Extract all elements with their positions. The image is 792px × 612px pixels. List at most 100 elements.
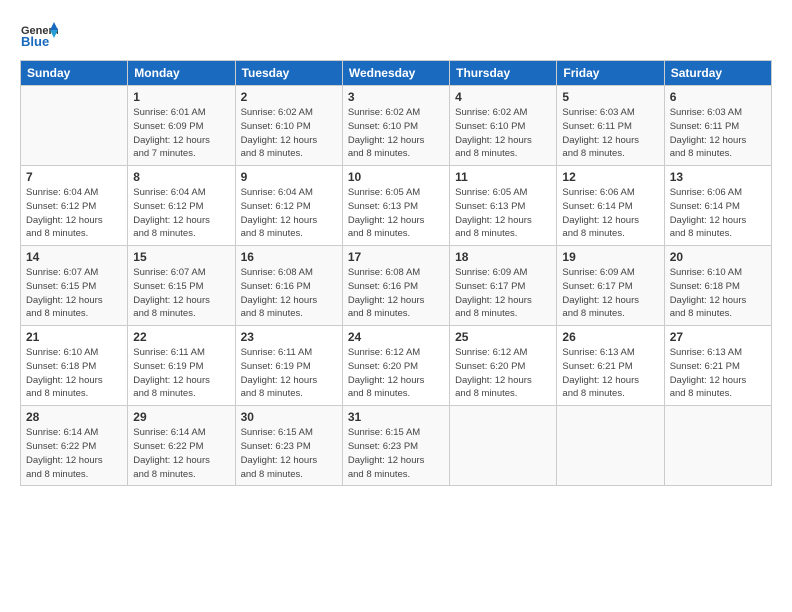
calendar-cell: 14 Sunrise: 6:07 AM Sunset: 6:15 PM Dayli… xyxy=(21,246,128,326)
day-number: 24 xyxy=(348,330,444,344)
day-info: Sunrise: 6:02 AM Sunset: 6:10 PM Dayligh… xyxy=(455,106,551,161)
day-number: 19 xyxy=(562,250,658,264)
day-number: 28 xyxy=(26,410,122,424)
day-number: 4 xyxy=(455,90,551,104)
calendar-cell xyxy=(450,406,557,486)
calendar-cell: 3Sunrise: 6:02 AM Sunset: 6:10 PM Daylig… xyxy=(342,86,449,166)
day-info: Sunrise: 6:09 AM Sunset: 6:17 PM Dayligh… xyxy=(455,266,551,321)
day-number: 26 xyxy=(562,330,658,344)
weekday-header-row: SundayMondayTuesdayWednesdayThursdayFrid… xyxy=(21,61,772,86)
calendar-cell: 30 Sunrise: 6:15 AM Sunset: 6:23 PM Dayli… xyxy=(235,406,342,486)
calendar-table: SundayMondayTuesdayWednesdayThursdayFrid… xyxy=(20,60,772,486)
weekday-wednesday: Wednesday xyxy=(342,61,449,86)
calendar-cell xyxy=(664,406,771,486)
calendar-cell: 26 Sunrise: 6:13 AM Sunset: 6:21 PM Dayli… xyxy=(557,326,664,406)
day-info: Sunrise: 6:02 AM Sunset: 6:10 PM Dayligh… xyxy=(241,106,337,161)
day-info: Sunrise: 6:03 AM Sunset: 6:11 PM Dayligh… xyxy=(562,106,658,161)
day-number: 8 xyxy=(133,170,229,184)
day-number: 1 xyxy=(133,90,229,104)
logo-icon: General Blue xyxy=(20,20,58,52)
day-number: 7 xyxy=(26,170,122,184)
day-info: Sunrise: 6:08 AM Sunset: 6:16 PM Dayligh… xyxy=(241,266,337,321)
day-info: Sunrise: 6:12 AM Sunset: 6:20 PM Dayligh… xyxy=(348,346,444,401)
weekday-saturday: Saturday xyxy=(664,61,771,86)
calendar-cell: 9 Sunrise: 6:04 AM Sunset: 6:12 PM Daylig… xyxy=(235,166,342,246)
calendar-cell: 10Sunrise: 6:05 AM Sunset: 6:13 PM Dayli… xyxy=(342,166,449,246)
day-info: Sunrise: 6:11 AM Sunset: 6:19 PM Dayligh… xyxy=(133,346,229,401)
page-header: General Blue xyxy=(20,20,772,52)
day-info: Sunrise: 6:03 AM Sunset: 6:11 PM Dayligh… xyxy=(670,106,766,161)
day-info: Sunrise: 6:10 AM Sunset: 6:18 PM Dayligh… xyxy=(26,346,122,401)
calendar-cell: 2 Sunrise: 6:02 AM Sunset: 6:10 PM Daylig… xyxy=(235,86,342,166)
calendar-cell: 15 Sunrise: 6:07 AM Sunset: 6:15 PM Dayli… xyxy=(128,246,235,326)
day-info: Sunrise: 6:05 AM Sunset: 6:13 PM Dayligh… xyxy=(455,186,551,241)
calendar-cell xyxy=(21,86,128,166)
calendar-cell: 6Sunrise: 6:03 AM Sunset: 6:11 PM Daylig… xyxy=(664,86,771,166)
day-info: Sunrise: 6:13 AM Sunset: 6:21 PM Dayligh… xyxy=(670,346,766,401)
day-info: Sunrise: 6:11 AM Sunset: 6:19 PM Dayligh… xyxy=(241,346,337,401)
day-info: Sunrise: 6:09 AM Sunset: 6:17 PM Dayligh… xyxy=(562,266,658,321)
day-number: 9 xyxy=(241,170,337,184)
day-info: Sunrise: 6:04 AM Sunset: 6:12 PM Dayligh… xyxy=(133,186,229,241)
day-number: 22 xyxy=(133,330,229,344)
calendar-cell: 29 Sunrise: 6:14 AM Sunset: 6:22 PM Dayli… xyxy=(128,406,235,486)
calendar-cell: 5 Sunrise: 6:03 AM Sunset: 6:11 PM Daylig… xyxy=(557,86,664,166)
week-row-1: 1 Sunrise: 6:01 AM Sunset: 6:09 PM Daylig… xyxy=(21,86,772,166)
day-number: 15 xyxy=(133,250,229,264)
day-number: 14 xyxy=(26,250,122,264)
calendar-cell xyxy=(557,406,664,486)
calendar-cell: 11 Sunrise: 6:05 AM Sunset: 6:13 PM Dayli… xyxy=(450,166,557,246)
day-number: 11 xyxy=(455,170,551,184)
day-info: Sunrise: 6:07 AM Sunset: 6:15 PM Dayligh… xyxy=(133,266,229,321)
day-number: 18 xyxy=(455,250,551,264)
calendar-cell: 7 Sunrise: 6:04 AM Sunset: 6:12 PM Daylig… xyxy=(21,166,128,246)
day-info: Sunrise: 6:04 AM Sunset: 6:12 PM Dayligh… xyxy=(241,186,337,241)
calendar-cell: 20Sunrise: 6:10 AM Sunset: 6:18 PM Dayli… xyxy=(664,246,771,326)
calendar-cell: 8 Sunrise: 6:04 AM Sunset: 6:12 PM Daylig… xyxy=(128,166,235,246)
day-info: Sunrise: 6:08 AM Sunset: 6:16 PM Dayligh… xyxy=(348,266,444,321)
day-number: 13 xyxy=(670,170,766,184)
day-info: Sunrise: 6:12 AM Sunset: 6:20 PM Dayligh… xyxy=(455,346,551,401)
calendar-cell: 24 Sunrise: 6:12 AM Sunset: 6:20 PM Dayli… xyxy=(342,326,449,406)
day-number: 16 xyxy=(241,250,337,264)
day-number: 30 xyxy=(241,410,337,424)
week-row-2: 7 Sunrise: 6:04 AM Sunset: 6:12 PM Daylig… xyxy=(21,166,772,246)
day-number: 21 xyxy=(26,330,122,344)
day-info: Sunrise: 6:02 AM Sunset: 6:10 PM Dayligh… xyxy=(348,106,444,161)
day-info: Sunrise: 6:01 AM Sunset: 6:09 PM Dayligh… xyxy=(133,106,229,161)
day-number: 2 xyxy=(241,90,337,104)
day-info: Sunrise: 6:14 AM Sunset: 6:22 PM Dayligh… xyxy=(133,426,229,481)
calendar-cell: 17Sunrise: 6:08 AM Sunset: 6:16 PM Dayli… xyxy=(342,246,449,326)
calendar-cell: 12Sunrise: 6:06 AM Sunset: 6:14 PM Dayli… xyxy=(557,166,664,246)
day-number: 25 xyxy=(455,330,551,344)
calendar-cell: 13 Sunrise: 6:06 AM Sunset: 6:14 PM Dayli… xyxy=(664,166,771,246)
day-info: Sunrise: 6:06 AM Sunset: 6:14 PM Dayligh… xyxy=(562,186,658,241)
weekday-thursday: Thursday xyxy=(450,61,557,86)
day-info: Sunrise: 6:14 AM Sunset: 6:22 PM Dayligh… xyxy=(26,426,122,481)
day-info: Sunrise: 6:10 AM Sunset: 6:18 PM Dayligh… xyxy=(670,266,766,321)
week-row-5: 28 Sunrise: 6:14 AM Sunset: 6:22 PM Dayli… xyxy=(21,406,772,486)
weekday-friday: Friday xyxy=(557,61,664,86)
day-number: 10 xyxy=(348,170,444,184)
calendar-cell: 28 Sunrise: 6:14 AM Sunset: 6:22 PM Dayli… xyxy=(21,406,128,486)
weekday-tuesday: Tuesday xyxy=(235,61,342,86)
logo: General Blue xyxy=(20,20,58,52)
calendar-cell: 16 Sunrise: 6:08 AM Sunset: 6:16 PM Dayli… xyxy=(235,246,342,326)
svg-text:Blue: Blue xyxy=(21,34,49,49)
day-info: Sunrise: 6:15 AM Sunset: 6:23 PM Dayligh… xyxy=(241,426,337,481)
week-row-4: 21 Sunrise: 6:10 AM Sunset: 6:18 PM Dayli… xyxy=(21,326,772,406)
calendar-cell: 25 Sunrise: 6:12 AM Sunset: 6:20 PM Dayli… xyxy=(450,326,557,406)
calendar-cell: 31Sunrise: 6:15 AM Sunset: 6:23 PM Dayli… xyxy=(342,406,449,486)
calendar-cell: 18 Sunrise: 6:09 AM Sunset: 6:17 PM Dayli… xyxy=(450,246,557,326)
day-number: 5 xyxy=(562,90,658,104)
day-info: Sunrise: 6:06 AM Sunset: 6:14 PM Dayligh… xyxy=(670,186,766,241)
calendar-cell: 19 Sunrise: 6:09 AM Sunset: 6:17 PM Dayli… xyxy=(557,246,664,326)
day-number: 29 xyxy=(133,410,229,424)
day-info: Sunrise: 6:15 AM Sunset: 6:23 PM Dayligh… xyxy=(348,426,444,481)
week-row-3: 14 Sunrise: 6:07 AM Sunset: 6:15 PM Dayli… xyxy=(21,246,772,326)
day-number: 27 xyxy=(670,330,766,344)
day-info: Sunrise: 6:13 AM Sunset: 6:21 PM Dayligh… xyxy=(562,346,658,401)
calendar-cell: 1 Sunrise: 6:01 AM Sunset: 6:09 PM Daylig… xyxy=(128,86,235,166)
day-info: Sunrise: 6:07 AM Sunset: 6:15 PM Dayligh… xyxy=(26,266,122,321)
day-info: Sunrise: 6:04 AM Sunset: 6:12 PM Dayligh… xyxy=(26,186,122,241)
